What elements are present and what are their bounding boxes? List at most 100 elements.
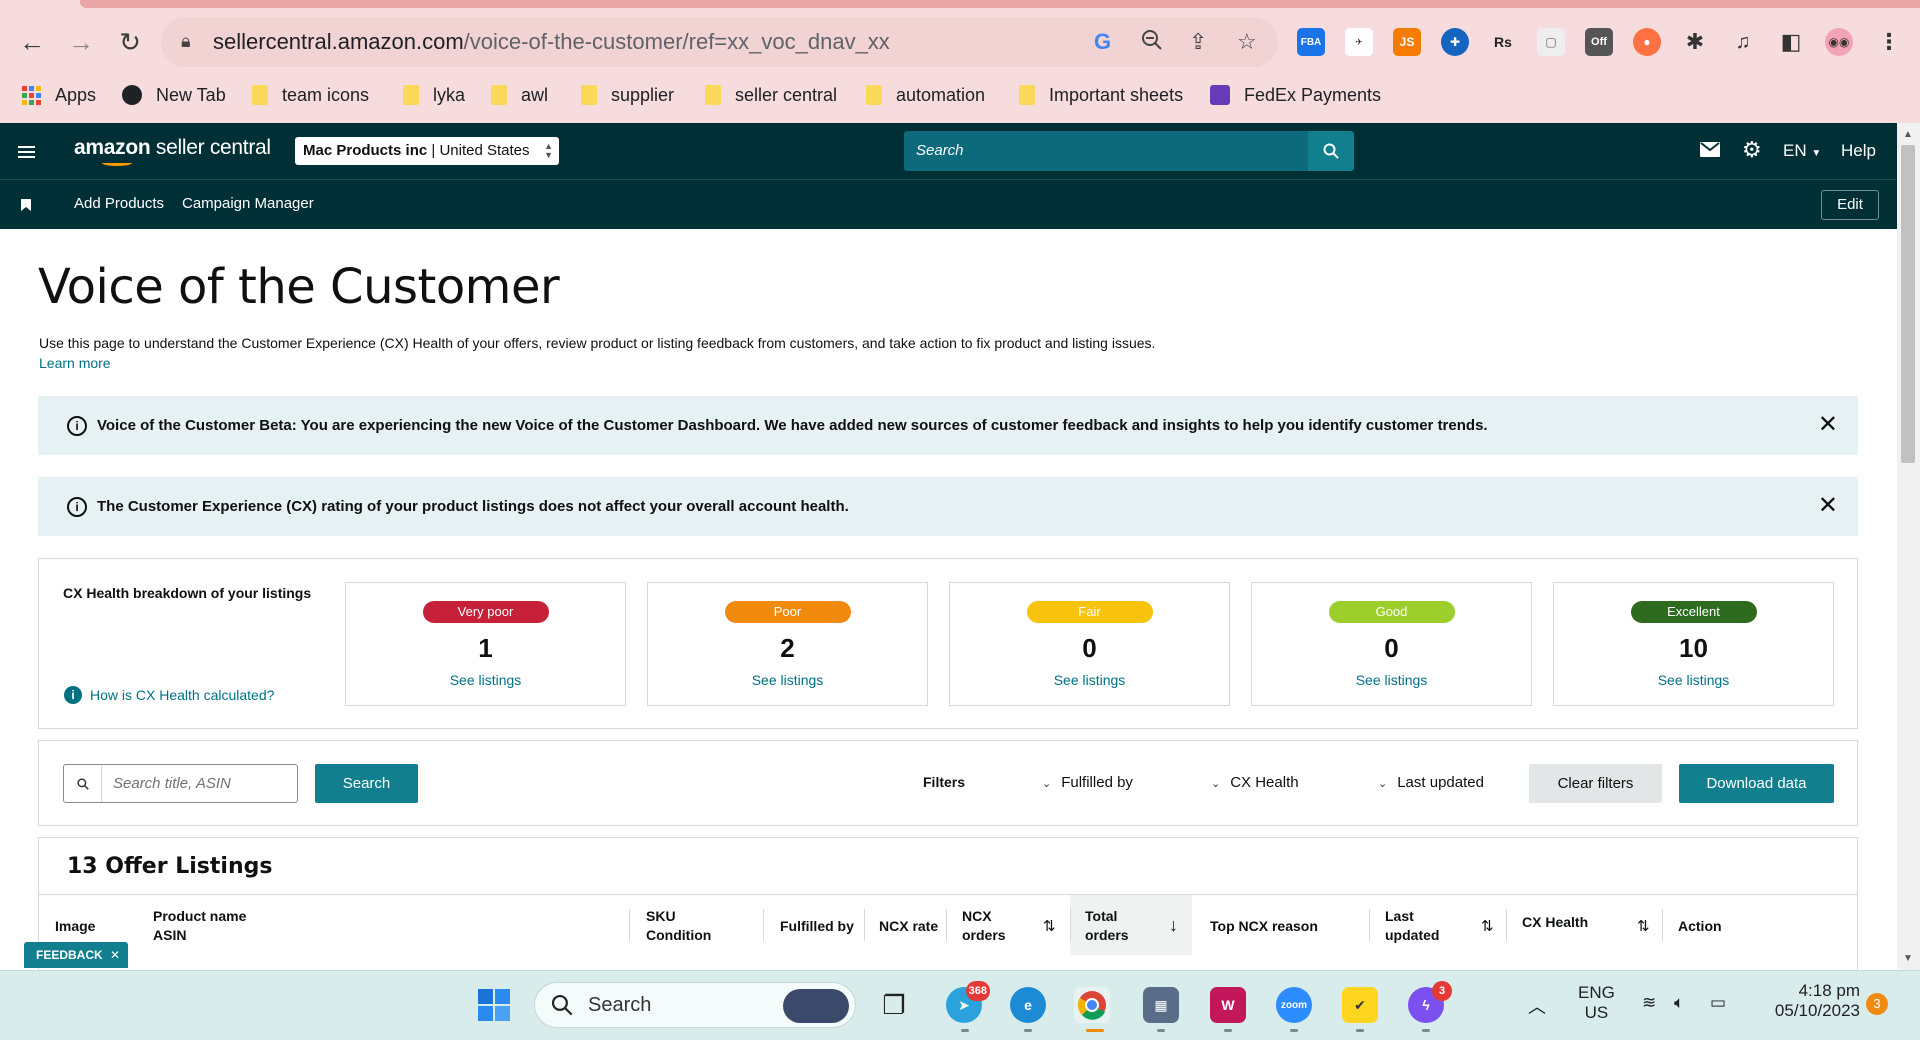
fba-extension-icon[interactable]: FBA (1297, 28, 1325, 56)
sticky-notes-icon[interactable]: ✔ (1342, 987, 1378, 1023)
chrome-icon[interactable] (1074, 987, 1110, 1023)
back-icon[interactable]: ← (14, 24, 50, 60)
scroll-down-icon[interactable]: ▼ (1903, 953, 1913, 964)
volume-icon[interactable]: 🔈︎ (1674, 993, 1684, 1013)
settings-gear-icon[interactable]: ⚙ (1742, 137, 1762, 163)
running-indicator (1224, 1029, 1232, 1032)
account-region: United States (439, 142, 530, 159)
close-icon[interactable]: ✕ (110, 948, 120, 962)
seller-central-logo[interactable]: amazon seller central (74, 136, 271, 166)
bookmark-new-tab[interactable]: New Tab (122, 82, 226, 108)
language-selector[interactable]: EN ▼ (1783, 141, 1821, 161)
help-link[interactable]: Help (1841, 141, 1876, 161)
apps-grid-icon (22, 85, 41, 105)
bookmark-awl[interactable]: awl (491, 82, 548, 108)
clear-filters-button[interactable]: Clear filters (1529, 764, 1662, 803)
js-extension-icon[interactable]: JS (1393, 28, 1421, 56)
extension-box-icon[interactable]: ▢ (1537, 28, 1565, 56)
mail-icon[interactable] (1700, 142, 1720, 162)
col-cx-health[interactable]: CX Health (1522, 913, 1588, 932)
col-ncx-orders[interactable]: NCX orders (962, 907, 1006, 945)
zoom-app-icon[interactable]: zoom (1276, 987, 1312, 1023)
media-control-icon[interactable]: ♫ (1729, 28, 1757, 56)
extension-plus-icon[interactable]: ✚ (1441, 28, 1469, 56)
sort-toggle-icon[interactable]: ⇅ (1043, 917, 1056, 935)
account-switcher[interactable]: Mac Products inc | United States ▲ ▼ (295, 137, 559, 165)
wifi-icon[interactable]: ≋ (1642, 993, 1656, 1013)
google-lens-icon[interactable]: G (1094, 29, 1111, 55)
search-icon (1323, 143, 1339, 159)
see-listings-link[interactable]: See listings (950, 672, 1229, 688)
search-button[interactable]: Search (315, 764, 418, 803)
bookmark-automation[interactable]: automation (866, 82, 985, 108)
url-text[interactable]: sellercentral.amazon.com/voice-of-the-cu… (213, 29, 890, 55)
bookmark-seller-central[interactable]: seller central (705, 82, 837, 108)
off-extension-icon[interactable]: Off (1585, 28, 1613, 56)
calculator-icon[interactable]: ▦ (1143, 987, 1179, 1023)
header-search-input[interactable]: Search (904, 131, 1308, 171)
telegram-icon[interactable]: ➤ 368 (946, 981, 990, 1023)
nav-campaign-manager[interactable]: Campaign Manager (182, 195, 314, 212)
zoom-icon[interactable] (1141, 29, 1163, 57)
feedback-tab[interactable]: FEEDBACK ✕ (24, 942, 128, 968)
sort-descending-icon[interactable]: ↓ (1169, 915, 1178, 936)
bookmark-star-icon[interactable]: ☆ (1237, 29, 1257, 55)
battery-icon[interactable]: ▭ (1710, 993, 1726, 1013)
sort-toggle-icon[interactable]: ⇅ (1481, 917, 1494, 935)
address-bar[interactable]: 🔒︎ sellercentral.amazon.com/voice-of-the… (161, 17, 1278, 67)
learn-more-link[interactable]: Learn more (39, 355, 111, 371)
profile-avatar[interactable]: ◉◉ (1825, 28, 1853, 56)
hamburger-menu-icon[interactable] (18, 143, 35, 161)
see-listings-link[interactable]: See listings (346, 672, 625, 688)
page-scrollbar[interactable]: ▲ ▼ (1897, 123, 1920, 970)
scroll-up-icon[interactable]: ▲ (1903, 129, 1913, 140)
messenger-icon[interactable]: ϟ3 (1408, 981, 1452, 1023)
edge-icon[interactable]: e (1010, 987, 1046, 1023)
sort-toggle-icon[interactable]: ⇅ (1637, 917, 1650, 935)
nav-add-products[interactable]: Add Products (74, 195, 164, 212)
menu-kebab-icon[interactable]: ⋮ (1875, 28, 1903, 56)
search-input[interactable] (103, 765, 297, 802)
bookmark-icon[interactable] (21, 198, 31, 216)
rs-extension-icon[interactable]: Rs (1489, 28, 1517, 56)
bookmark-supplier[interactable]: supplier (581, 82, 674, 108)
taskbar-search[interactable]: Search (534, 982, 856, 1028)
bookmark-fedex-payments[interactable]: FedEx Payments (1210, 82, 1381, 108)
page-description: Use this page to understand the Customer… (39, 335, 1156, 351)
col-last-updated[interactable]: Last updated (1385, 907, 1439, 945)
cx-health-dropdown[interactable]: ⌄ CX Health (1211, 774, 1299, 791)
edit-nav-button[interactable]: Edit (1821, 190, 1879, 220)
notification-center-badge[interactable]: 3 (1866, 993, 1888, 1015)
language-indicator[interactable]: ENG US (1578, 983, 1615, 1023)
bookmark-lyka[interactable]: lyka (403, 82, 465, 108)
see-listings-link[interactable]: See listings (648, 672, 927, 688)
extensions-puzzle-icon[interactable]: ✱ (1681, 28, 1709, 56)
firefox-relay-icon[interactable]: ● (1633, 28, 1661, 56)
side-panel-icon[interactable]: ◧ (1777, 28, 1805, 56)
fulfilled-by-dropdown[interactable]: ⌄ Fulfilled by (1042, 774, 1133, 791)
tray-overflow-chevron-icon[interactable]: ︿ (1528, 993, 1546, 1019)
reload-icon[interactable]: ↻ (112, 24, 148, 60)
wps-office-icon[interactable]: W (1210, 987, 1246, 1023)
download-data-button[interactable]: Download data (1679, 764, 1834, 803)
column-divider (763, 909, 764, 941)
col-total-orders[interactable]: Total orders (1085, 907, 1129, 945)
bookmark-important-sheets[interactable]: Important sheets (1019, 82, 1183, 108)
clock[interactable]: 4:18 pm 05/10/2023 (1760, 981, 1860, 1021)
cx-health-help-link[interactable]: i How is CX Health calculated? (64, 686, 274, 704)
scrollbar-thumb[interactable] (1901, 145, 1915, 463)
amazon-smile-icon (102, 160, 132, 166)
login-extension-icon[interactable]: ✈ (1345, 28, 1373, 56)
windows-start-icon[interactable] (476, 987, 512, 1023)
last-updated-dropdown[interactable]: ⌄ Last updated (1378, 774, 1484, 791)
see-listings-link[interactable]: See listings (1252, 672, 1531, 688)
forward-icon[interactable]: → (63, 24, 99, 60)
bookmark-team-icons[interactable]: team icons (252, 82, 369, 108)
close-icon[interactable]: ✕ (1818, 410, 1838, 439)
close-icon[interactable]: ✕ (1818, 491, 1838, 520)
task-view-icon[interactable]: ❐ (876, 987, 912, 1023)
bookmark-apps[interactable]: Apps (22, 82, 96, 108)
share-icon[interactable]: ⇪ (1189, 29, 1207, 55)
header-search-button[interactable] (1308, 131, 1354, 171)
see-listings-link[interactable]: See listings (1554, 672, 1833, 688)
